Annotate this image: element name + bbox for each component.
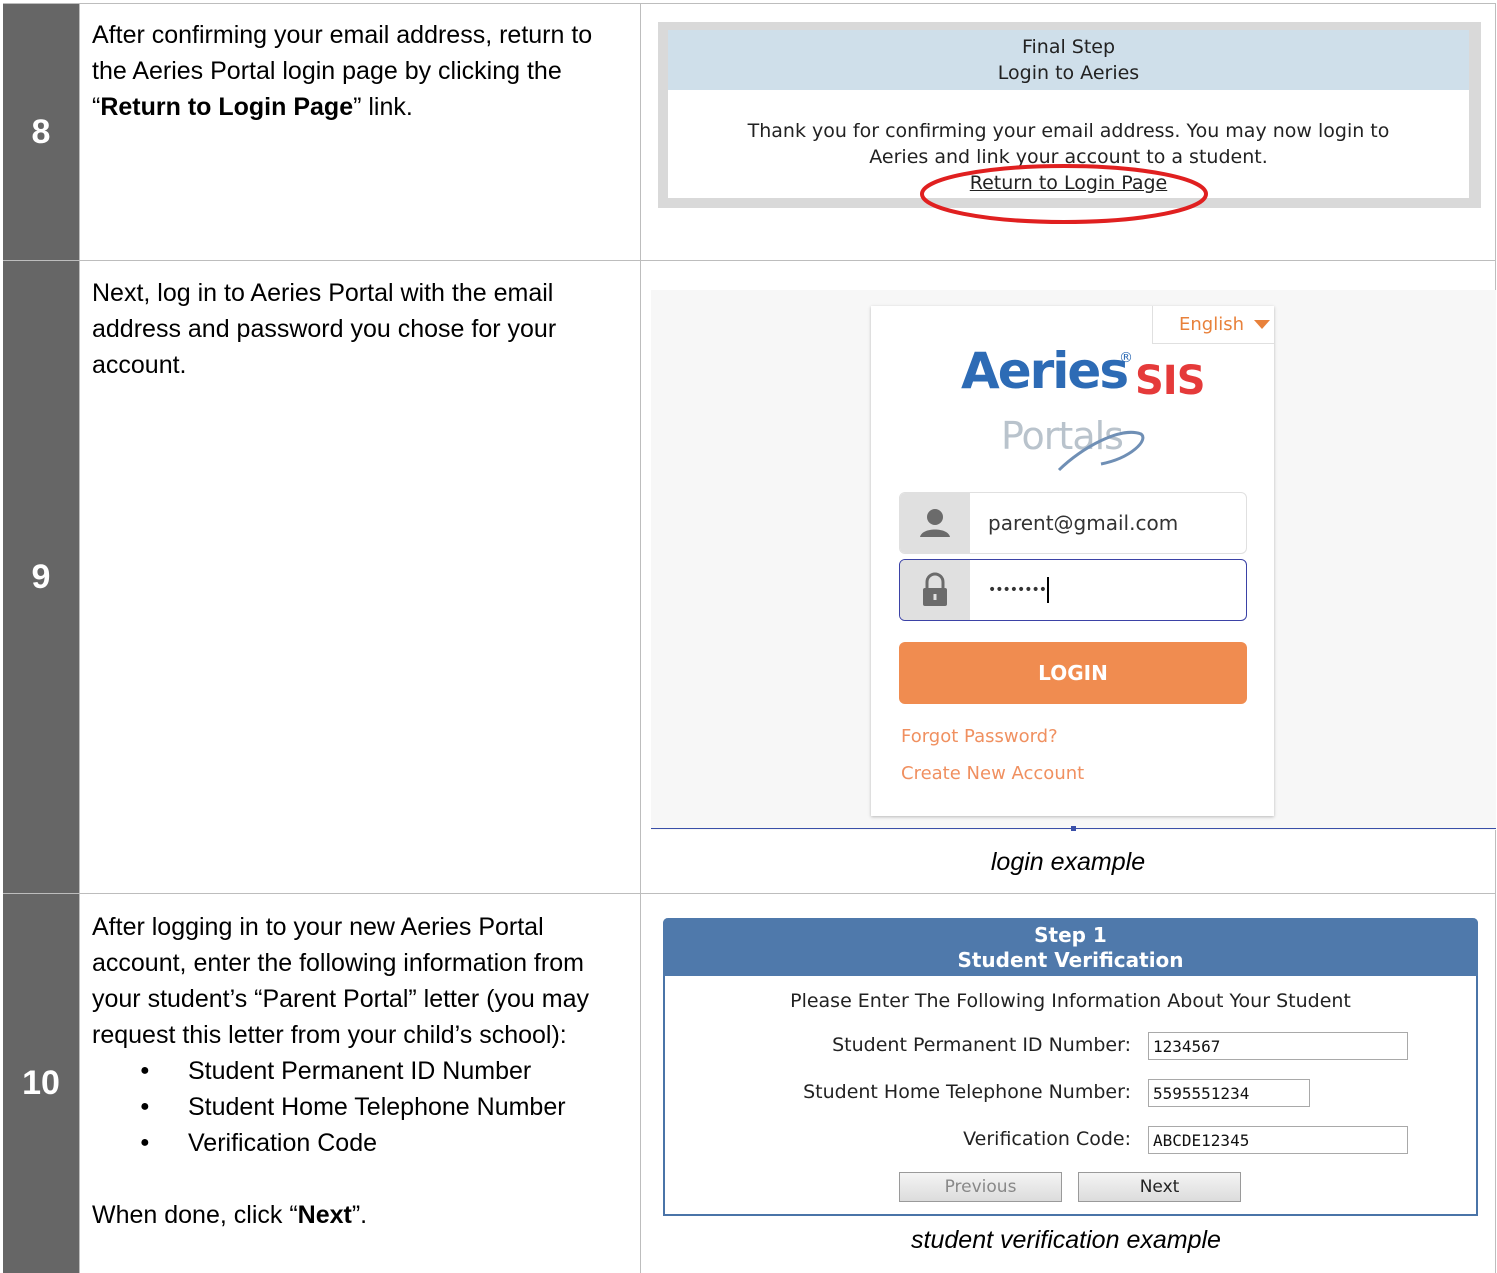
registered-mark: ® (1119, 350, 1133, 366)
table-border-top (3, 3, 1496, 4)
step-9-description: Next, log in to Aeries Portal with the e… (92, 275, 632, 383)
step-text-bold: Next (297, 1201, 352, 1229)
telephone-input[interactable]: 5595551234 (1148, 1079, 1310, 1107)
step-number: 10 (22, 1064, 60, 1102)
text-cursor (1047, 577, 1050, 603)
red-highlight-ellipse (920, 164, 1208, 224)
aeries-logo-text: Aeries (961, 342, 1129, 400)
step-text: When done, click “ (92, 1201, 298, 1229)
column-divider (79, 3, 80, 1273)
required-info-list: Student Permanent ID Number Student Home… (92, 1053, 632, 1161)
verification-heading: Step 1 (1034, 923, 1107, 947)
student-id-input[interactable]: 1234567 (1148, 1032, 1408, 1060)
chevron-down-icon (1254, 320, 1270, 329)
telephone-label: Student Home Telephone Number: (803, 1081, 1131, 1103)
verification-header: Step 1 Student Verification (663, 918, 1478, 976)
confirm-message-line: Thank you for confirming your email addr… (747, 120, 1390, 142)
step-text: Next, log in to Aeries Portal with the e… (92, 279, 557, 379)
final-step-heading: Final Step (1021, 36, 1116, 58)
row-divider (3, 893, 1496, 894)
selection-handle (1071, 826, 1076, 831)
step-text-bold: Return to Login Page (100, 93, 354, 121)
step-number: 9 (31, 557, 51, 596)
final-step-screenshot: Final Step Login to Aeries Thank you for… (658, 22, 1481, 224)
user-icon (900, 493, 970, 553)
step-number-cell: 8 (3, 4, 79, 260)
next-button[interactable]: Next (1078, 1172, 1241, 1202)
final-step-subheading: Login to Aeries (997, 62, 1140, 84)
verification-caption: student verification example (911, 1226, 1221, 1254)
password-dots: •••••••• (988, 582, 1047, 598)
list-item: Student Home Telephone Number (92, 1089, 632, 1125)
portals-swoosh-icon (1057, 430, 1145, 472)
login-card: English Aeries ® SIS Portals parent@gmai… (871, 306, 1274, 816)
language-dropdown[interactable]: English (1152, 306, 1274, 344)
verification-subheading: Student Verification (957, 948, 1184, 972)
step-number: 8 (31, 112, 51, 151)
forgot-password-link[interactable]: Forgot Password? (901, 726, 1058, 747)
previous-button[interactable]: Previous (899, 1172, 1062, 1202)
email-value: parent@gmail.com (988, 511, 1179, 535)
student-id-label: Student Permanent ID Number: (832, 1034, 1131, 1056)
step-number-cell: 9 (3, 261, 79, 893)
login-button[interactable]: LOGIN (899, 642, 1247, 704)
login-caption: login example (990, 848, 1146, 876)
row-divider (3, 260, 1496, 261)
student-verification-screenshot: Step 1 Student Verification (663, 918, 1478, 1216)
step-text: ”. (351, 1201, 368, 1229)
sis-logo-text: SIS (1135, 358, 1205, 404)
final-step-header: Final Step Login to Aeries (668, 30, 1469, 90)
lock-icon (900, 560, 970, 620)
login-screenshot: English Aeries ® SIS Portals parent@gmai… (651, 290, 1496, 831)
password-field[interactable]: •••••••• (899, 559, 1247, 621)
list-item: Student Permanent ID Number (92, 1053, 632, 1089)
verification-instruction: Please Enter The Following Information A… (790, 990, 1351, 1012)
step-number-cell: 10 (3, 894, 79, 1273)
step-8-description: After confirming your email address, ret… (92, 17, 632, 125)
language-label: English (1179, 314, 1244, 335)
verification-code-label: Verification Code: (963, 1128, 1131, 1150)
step-text: ” link. (353, 93, 413, 121)
step-text: After logging in to your new Aeries Port… (92, 913, 589, 1049)
step-10-description: After logging in to your new Aeries Port… (92, 909, 632, 1233)
create-account-link[interactable]: Create New Account (901, 763, 1084, 784)
verification-code-input[interactable]: ABCDE12345 (1148, 1126, 1408, 1154)
password-value: •••••••• (988, 560, 1050, 620)
column-divider (640, 3, 641, 1273)
list-item: Verification Code (92, 1125, 632, 1161)
email-field[interactable]: parent@gmail.com (899, 492, 1247, 554)
